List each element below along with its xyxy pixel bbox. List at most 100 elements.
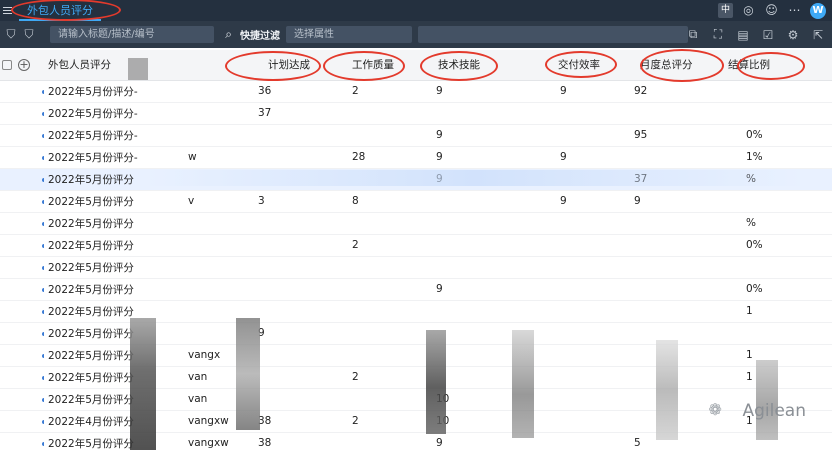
row-ratio bbox=[696, 322, 832, 344]
table-row[interactable]: 2022年5月份评分- 37 bbox=[0, 102, 832, 124]
row-owner bbox=[144, 300, 240, 322]
row-name: 2022年5月份评分- bbox=[48, 85, 138, 98]
row-bullet-cell bbox=[18, 190, 44, 212]
row-bullet-cell bbox=[18, 278, 44, 300]
row-monthly: 9 bbox=[634, 195, 641, 207]
robot-icon[interactable]: ☺ bbox=[764, 3, 779, 18]
filter-value-box[interactable] bbox=[418, 26, 688, 43]
row-quality bbox=[336, 256, 426, 278]
row-bullet-icon bbox=[42, 442, 44, 446]
table-row[interactable]: 2022年5月份评分- 36 2 9 9 92 bbox=[0, 80, 832, 102]
row-plan bbox=[240, 388, 336, 410]
table-row[interactable]: 2022年5月份评分 van 2 1 bbox=[0, 366, 832, 388]
table-row[interactable]: 2022年4月份评分 vangxw 38 2 10 1 bbox=[0, 410, 832, 432]
table-row[interactable]: 2022年5月份评分 9 bbox=[0, 322, 832, 344]
row-plan bbox=[240, 234, 336, 256]
col-delivery[interactable]: 交付效率 bbox=[516, 50, 602, 81]
row-name: 2022年5月份评分 bbox=[48, 239, 134, 252]
row-select-cell bbox=[0, 212, 18, 234]
row-owner: van bbox=[188, 371, 208, 383]
add-column-icon[interactable]: + bbox=[18, 58, 30, 71]
row-bullet-cell bbox=[18, 212, 44, 234]
table-row[interactable]: 2022年5月份评分% bbox=[0, 212, 832, 234]
table-row[interactable]: 2022年5月份评分-w 28 9 9 1% bbox=[0, 146, 832, 168]
row-quality bbox=[336, 168, 426, 190]
tab-outsource-rating[interactable]: 外包人员评分 bbox=[11, 0, 121, 21]
row-delivery bbox=[516, 300, 602, 322]
row-name: 2022年5月份评分 bbox=[48, 371, 134, 384]
table-row[interactable]: 2022年5月份评分 2 0% bbox=[0, 234, 832, 256]
row-ratio: 0% bbox=[746, 239, 763, 251]
table-row[interactable]: 2022年5月份评分 vangx 1 bbox=[0, 344, 832, 366]
row-bullet-icon bbox=[42, 332, 44, 336]
settings-icon[interactable]: ⚙ bbox=[785, 28, 801, 42]
row-plan bbox=[240, 278, 336, 300]
row-bullet-cell bbox=[18, 344, 44, 366]
row-tech: 9 bbox=[436, 283, 443, 295]
brand-logo[interactable]: W bbox=[810, 2, 826, 19]
table-body: 2022年5月份评分- 36 2 9 9 92 2022年5月份评分- 37 2022年5月份评… bbox=[0, 80, 832, 452]
col-monthly[interactable]: 月度总评分 bbox=[602, 50, 696, 81]
row-bullet-cell bbox=[18, 366, 44, 388]
table-row[interactable]: 2022年5月份评分 van 10 bbox=[0, 388, 832, 410]
row-owner: vangxw bbox=[188, 415, 229, 427]
col-tech[interactable]: 技术技能 bbox=[426, 50, 516, 81]
row-delivery bbox=[516, 432, 602, 452]
top-right-tools: 中 ◎ ☺ ⋯ W bbox=[718, 0, 826, 21]
row-tech bbox=[426, 256, 516, 278]
row-select-cell bbox=[0, 388, 18, 410]
table-row[interactable]: 2022年5月份评分 9 0% bbox=[0, 278, 832, 300]
row-tech bbox=[426, 344, 516, 366]
table-row[interactable]: 2022年5月份评分 bbox=[0, 256, 832, 278]
row-name: 2022年5月份评分- bbox=[48, 151, 138, 164]
col-quality[interactable]: 工作质量 bbox=[336, 50, 426, 81]
headset-icon[interactable]: ◎ bbox=[741, 3, 756, 18]
table-row[interactable]: 2022年5月份评分 v 3 8 9 9 bbox=[0, 190, 832, 212]
copy-icon[interactable]: ⧉ bbox=[685, 27, 701, 42]
row-tech: 10 bbox=[436, 393, 450, 405]
advanced-filter-icon[interactable]: ⛉ bbox=[20, 27, 38, 42]
chat-icon[interactable]: ⋯ bbox=[787, 3, 802, 18]
row-monthly: 37 bbox=[634, 173, 648, 185]
filter-icon[interactable]: ⛉ bbox=[2, 27, 20, 42]
row-tech bbox=[426, 212, 516, 234]
row-bullet-icon bbox=[42, 288, 44, 292]
row-quality bbox=[336, 278, 426, 300]
col-ratio[interactable]: 结算比例 bbox=[696, 50, 832, 81]
row-bullet-icon bbox=[42, 222, 44, 226]
col-plan[interactable]: 计划达成 bbox=[240, 50, 336, 81]
check-icon[interactable]: ☑ bbox=[760, 28, 776, 42]
row-quality: 2 bbox=[352, 85, 359, 97]
search-input[interactable] bbox=[50, 26, 190, 43]
row-bullet-cell bbox=[18, 146, 44, 168]
row-ratio: % bbox=[746, 217, 756, 229]
table-row[interactable]: 2022年5月份评分 1 bbox=[0, 300, 832, 322]
row-owner bbox=[144, 168, 240, 190]
row-owner bbox=[144, 124, 240, 146]
row-ratio: 1% bbox=[746, 151, 763, 163]
fullscreen-icon[interactable]: ⛶ bbox=[710, 27, 726, 42]
row-name: 2022年5月份评分 bbox=[48, 437, 134, 450]
row-monthly bbox=[602, 388, 696, 410]
row-bullet-icon bbox=[42, 376, 44, 380]
row-monthly bbox=[602, 300, 696, 322]
col-name[interactable]: 外包人员评分 bbox=[44, 50, 144, 81]
row-tech bbox=[426, 234, 516, 256]
row-delivery bbox=[516, 234, 602, 256]
attribute-select[interactable]: 选择属性 bbox=[286, 26, 412, 43]
select-all-checkbox[interactable] bbox=[2, 59, 12, 70]
language-toggle[interactable]: 中 bbox=[718, 3, 733, 18]
document-icon[interactable]: ▤ bbox=[735, 28, 751, 42]
row-monthly bbox=[602, 344, 696, 366]
row-name: 2022年5月份评分 bbox=[48, 261, 134, 274]
menu-icon[interactable] bbox=[3, 0, 19, 21]
row-ratio: 1 bbox=[746, 371, 753, 383]
table-row[interactable]: 2022年5月份评分 9 37% bbox=[0, 168, 832, 190]
row-select-cell bbox=[0, 80, 18, 102]
row-ratio: 1 bbox=[746, 305, 753, 317]
search-icon[interactable]: ⌕ bbox=[225, 27, 232, 42]
table-row[interactable]: 2022年5月份评分- 9 95 0% bbox=[0, 124, 832, 146]
export-icon[interactable]: ⇱ bbox=[810, 28, 826, 42]
table-row[interactable]: 2022年5月份评分 vangxw 38 9 5 bbox=[0, 432, 832, 452]
row-monthly: 5 bbox=[634, 437, 641, 449]
